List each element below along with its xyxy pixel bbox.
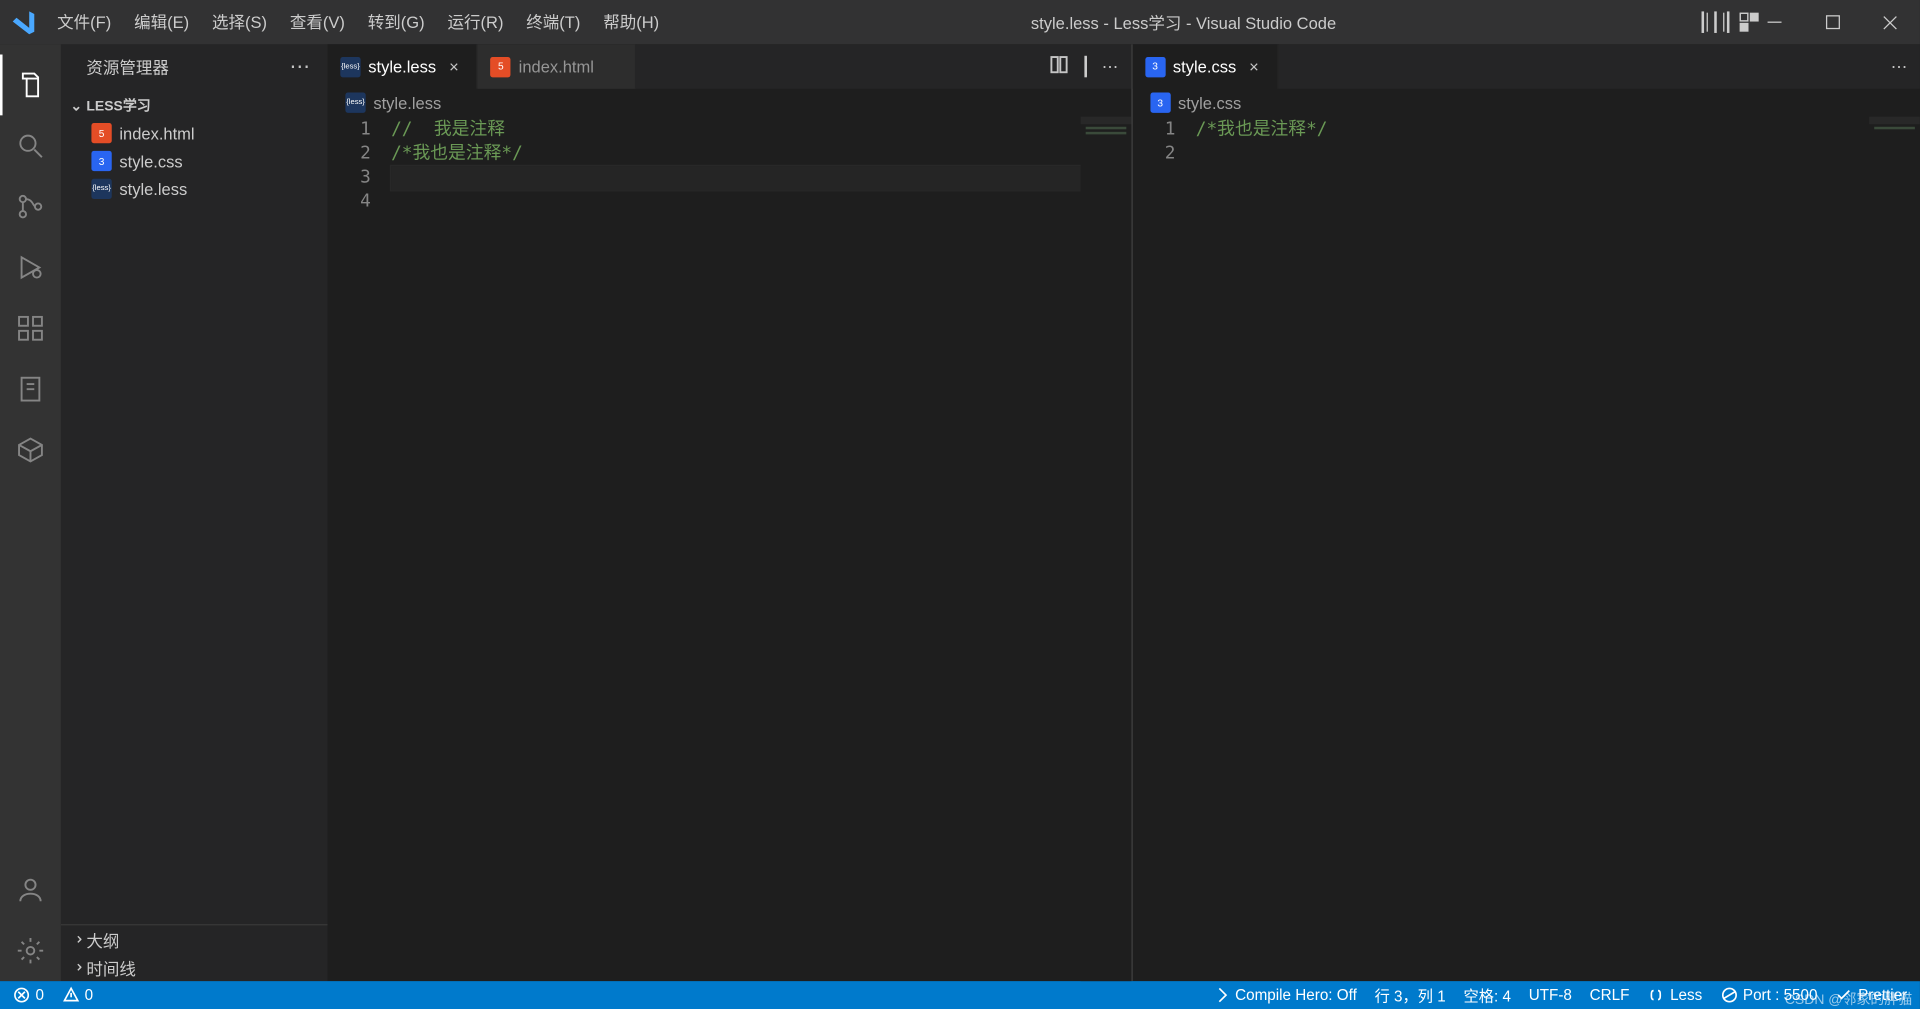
- chevron-right-icon: ⌄: [66, 929, 86, 949]
- less-file-icon: {less}: [345, 93, 365, 113]
- status-eol[interactable]: CRLF: [1590, 986, 1630, 1004]
- sidebar-section[interactable]: ⌄大纲: [61, 925, 328, 953]
- split-editor-icon[interactable]: [1084, 57, 1087, 76]
- minimap-right[interactable]: [1869, 117, 1920, 982]
- html-file-icon: 5: [91, 123, 111, 143]
- gutter-left: 1234: [328, 117, 391, 982]
- more-actions-icon[interactable]: ⋯: [1891, 56, 1908, 76]
- editor-group-2: 3style.css× ⋯ 3 style.css 12 /*我也是注释*/: [1131, 44, 1920, 981]
- file-item[interactable]: 3 style.css: [61, 147, 328, 175]
- activity-explorer-icon[interactable]: [0, 55, 61, 116]
- file-name: index.html: [119, 124, 194, 143]
- sidebar-header: 资源管理器 ⋯: [61, 44, 328, 88]
- panel-right-icon[interactable]: [1727, 13, 1730, 32]
- sidebar-more-icon[interactable]: ⋯: [290, 54, 313, 79]
- sidebar-title: 资源管理器: [86, 55, 169, 79]
- sidebar-explorer: 资源管理器 ⋯ ⌄ LESS学习 5 index.html 3 style.css {l…: [61, 44, 328, 981]
- tab-label: index.html: [519, 57, 594, 76]
- project-name: LESS学习: [86, 95, 150, 115]
- workbench: 资源管理器 ⋯ ⌄ LESS学习 5index.html3style.css{l…: [0, 44, 1920, 981]
- activity-search-icon[interactable]: [0, 115, 61, 176]
- css-file-icon: 3: [91, 151, 111, 171]
- status-compile-hero[interactable]: Compile Hero: Off: [1212, 986, 1357, 1004]
- status-language[interactable]: Less: [1647, 986, 1702, 1004]
- tab-actions-right: ⋯: [1878, 44, 1920, 88]
- menu-item[interactable]: 帮助(H): [592, 0, 671, 44]
- panel-bottom-icon[interactable]: [1714, 13, 1717, 32]
- menu-item[interactable]: 选择(S): [201, 0, 279, 44]
- tabs-right: 3 style.css × ⋯: [1132, 44, 1920, 88]
- breadcrumb-right[interactable]: 3 style.css: [1132, 89, 1920, 117]
- maximize-button[interactable]: [1803, 0, 1861, 44]
- close-window-button[interactable]: [1862, 0, 1920, 44]
- css-file-icon: 3: [1145, 56, 1165, 76]
- file-name: style.less: [119, 179, 187, 198]
- less-file-icon: {less}: [340, 56, 360, 76]
- menu-item[interactable]: 文件(F): [46, 0, 123, 44]
- less-file-icon: {less}: [91, 179, 111, 199]
- activity-run-icon[interactable]: [0, 237, 61, 298]
- activity-bar: [0, 44, 61, 981]
- file-item[interactable]: {less} style.less: [61, 175, 328, 203]
- status-errors[interactable]: 0: [13, 986, 44, 1004]
- editor-tab[interactable]: 3 style.css ×: [1132, 44, 1278, 88]
- minimap-left[interactable]: [1080, 117, 1131, 982]
- activity-settings-icon[interactable]: [0, 920, 61, 981]
- status-encoding[interactable]: UTF-8: [1529, 986, 1572, 1004]
- chevron-right-icon: ⌄: [66, 957, 86, 977]
- status-spaces[interactable]: 空格: 4: [1464, 984, 1511, 1006]
- menu-item[interactable]: 终端(T): [515, 0, 592, 44]
- activity-scm-icon[interactable]: [0, 176, 61, 237]
- menu-item[interactable]: 运行(R): [436, 0, 515, 44]
- titlebar: 文件(F)编辑(E)选择(S)查看(V)转到(G)运行(R)终端(T)帮助(H)…: [0, 0, 1920, 44]
- minimize-button[interactable]: [1745, 0, 1803, 44]
- sidebar-section[interactable]: ⌄时间线: [61, 953, 328, 981]
- status-warnings[interactable]: 0: [62, 986, 93, 1004]
- editor-tab[interactable]: {less} style.less ×: [328, 44, 478, 88]
- close-tab-icon[interactable]: ×: [1244, 57, 1264, 76]
- menubar: 文件(F)编辑(E)选择(S)查看(V)转到(G)运行(R)终端(T)帮助(H): [46, 0, 671, 44]
- breadcrumb-file: style.less: [373, 93, 441, 112]
- tab-label: style.css: [1173, 57, 1236, 76]
- vscode-logo-icon: [0, 7, 46, 37]
- file-item[interactable]: 5 index.html: [61, 119, 328, 147]
- tabs-left: {less} style.less × 5 index.html ⋯: [328, 44, 1131, 88]
- code-editor-right[interactable]: 12 /*我也是注释*/: [1132, 117, 1920, 982]
- panel-left-icon[interactable]: [1702, 13, 1705, 32]
- layout-controls: [1696, 13, 1744, 32]
- file-name: style.css: [119, 151, 182, 170]
- code-editor-left[interactable]: 1234 // 我是注释/*我也是注释*/: [328, 117, 1131, 982]
- activity-notes-icon[interactable]: [0, 359, 61, 420]
- project-root[interactable]: ⌄ LESS学习: [61, 91, 328, 119]
- window-title: style.less - Less学习 - Visual Studio Code: [671, 10, 1697, 34]
- html-file-icon: 5: [491, 56, 511, 76]
- chevron-down-icon: ⌄: [66, 97, 86, 113]
- activity-account-icon[interactable]: [0, 859, 61, 920]
- breadcrumb-file: style.css: [1178, 93, 1241, 112]
- gutter-right: 12: [1132, 117, 1195, 982]
- window-controls: [1745, 0, 1920, 44]
- tab-actions-left: ⋯: [1036, 44, 1131, 88]
- editor-tab[interactable]: 5 index.html: [478, 44, 636, 88]
- menu-item[interactable]: 查看(V): [278, 0, 356, 44]
- compare-icon[interactable]: [1048, 55, 1068, 79]
- breadcrumb-left[interactable]: {less} style.less: [328, 89, 1131, 117]
- status-cursor[interactable]: 行 3，列 1: [1375, 984, 1446, 1006]
- css-file-icon: 3: [1150, 93, 1170, 113]
- more-actions-icon[interactable]: ⋯: [1102, 56, 1119, 76]
- menu-item[interactable]: 转到(G): [356, 0, 436, 44]
- editor-group-1: {less}style.less×5index.html ⋯ {less} st…: [328, 44, 1131, 981]
- file-tree: ⌄ LESS学习 5 index.html 3 style.css {less} styl…: [61, 89, 328, 924]
- watermark: CSDN @邻家的胖猫: [1785, 989, 1912, 1009]
- code-content-right[interactable]: /*我也是注释*/: [1196, 117, 1869, 982]
- activity-package-icon[interactable]: [0, 420, 61, 481]
- activity-extensions-icon[interactable]: [0, 298, 61, 359]
- menu-item[interactable]: 编辑(E): [123, 0, 201, 44]
- code-content-left[interactable]: // 我是注释/*我也是注释*/: [391, 117, 1080, 982]
- tab-label: style.less: [368, 57, 436, 76]
- close-tab-icon[interactable]: ×: [444, 57, 464, 76]
- statusbar: 0 0 Compile Hero: Off 行 3，列 1 空格: 4 UTF-…: [0, 981, 1920, 1009]
